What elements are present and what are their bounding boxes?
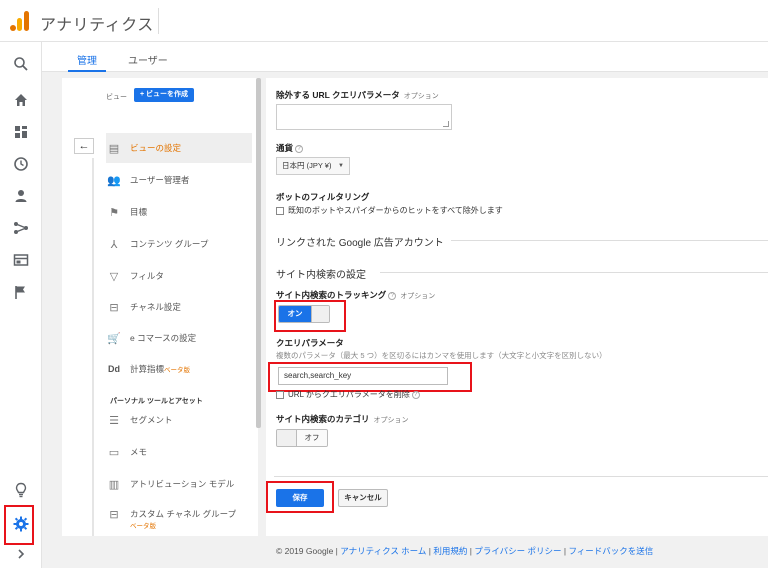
footer: © 2019 Google | アナリティクス ホーム | 利用規約 | プライ… <box>276 546 654 556</box>
site-search-category-toggle[interactable]: オフ <box>276 429 328 447</box>
flag-icon[interactable] <box>13 284 29 300</box>
help-icon: ? <box>411 390 420 399</box>
menu-item-channel-settings[interactable]: ⊟ チャネル設定 <box>106 292 252 322</box>
save-annotation-box <box>266 481 334 513</box>
menu-item-segments[interactable]: ☰ セグメント <box>106 405 252 435</box>
menu-item-label: カスタム チャネル グループ <box>130 509 237 519</box>
menu-item-label: チャネル設定 <box>130 302 181 312</box>
strip-params-checkbox[interactable] <box>276 390 284 399</box>
footer-link-privacy[interactable]: プライバシー ポリシー <box>474 546 561 556</box>
acquisition-icon[interactable] <box>13 220 29 236</box>
panel-divider <box>92 158 94 536</box>
document-icon: ▤ <box>108 142 120 155</box>
footer-link-home[interactable]: アナリティクス ホーム <box>340 546 426 556</box>
clock-icon[interactable] <box>13 156 29 172</box>
menu-item-label: フィルタ <box>130 271 164 281</box>
app-title: アナリティクス <box>40 17 154 34</box>
back-arrow-icon[interactable]: ← <box>74 138 94 154</box>
menu-item-filters[interactable]: ▽ フィルタ <box>106 261 252 291</box>
menu-item-label: ビューの設定 <box>130 143 182 153</box>
menu-item-content-grouping[interactable]: ⅄ コンテンツ グループ <box>106 229 252 259</box>
menu-item-label: メモ <box>130 447 148 457</box>
view-settings-panel: ビュー + ビューを作成 ← ▤ ビューの設定 👥 ユーザー管理者 ⚑ 目標 ⅄… <box>62 78 258 536</box>
chevron-down-icon: ▼ <box>338 163 344 169</box>
copyright: © 2019 Google <box>276 546 334 556</box>
menu-item-label: セグメント <box>130 415 173 425</box>
beta-badge: ベータ版 <box>164 367 191 374</box>
top-bar: アナリティクス <box>0 0 768 42</box>
site-search-title: サイト内検索の設定 <box>276 270 366 281</box>
buttons-rule <box>274 476 768 477</box>
menu-item-label: ユーザー管理者 <box>130 175 190 185</box>
menu-item-annotations[interactable]: ▭ メモ <box>106 437 252 467</box>
linked-ads-rule <box>451 240 768 241</box>
menu-item-label: e コマースの設定 <box>130 333 197 343</box>
custom-channel-icon: ⊟ <box>109 509 119 521</box>
strip-params-checkbox-row[interactable]: URL からクエリパラメータを削除? <box>276 389 420 400</box>
channel-icon: ⊟ <box>109 301 119 314</box>
menu-item-label: アトリビューション モデル <box>130 479 235 489</box>
menu-item-attribution-models[interactable]: ▥ アトリビューション モデル <box>106 469 252 499</box>
view-label: ビュー <box>106 94 127 101</box>
exclude-params-textarea[interactable] <box>276 104 452 130</box>
footer-link-feedback[interactable]: フィードバックを送信 <box>568 546 653 556</box>
bot-filtering-checkbox[interactable] <box>276 206 284 215</box>
cart-icon: 🛒 <box>107 332 121 345</box>
admin-tabs: 管理 ユーザー <box>42 42 768 72</box>
gear-annotation-box <box>4 505 34 545</box>
exclude-params-label: 除外する URL クエリパラメータ オプション <box>276 90 439 100</box>
title-divider <box>158 8 159 34</box>
filter-icon: ▽ <box>109 270 119 283</box>
currency-label: 通貨? <box>276 142 304 154</box>
menu-item-user-management[interactable]: 👥 ユーザー管理者 <box>106 165 252 195</box>
left-navigation <box>0 42 42 568</box>
site-search-rule <box>380 272 768 273</box>
menu-item-label: コンテンツ グループ <box>130 239 209 249</box>
menu-item-calculated-metrics[interactable]: Dd 計算指標 ベータ版 <box>106 354 252 384</box>
bar-chart-icon: ▥ <box>108 478 120 491</box>
home-icon[interactable] <box>13 92 29 108</box>
panel-scrollbar[interactable] <box>256 78 261 428</box>
tab-active-indicator <box>68 70 106 72</box>
lightbulb-icon[interactable] <box>13 482 29 498</box>
search-icon[interactable] <box>13 56 29 72</box>
linked-ads-title[interactable]: リンクされた Google 広告アカウント <box>276 234 444 249</box>
person-icon[interactable] <box>13 188 29 204</box>
query-params-hint: 複数のパラメータ（最大 5 つ）を区切るにはカンマを使用します（大文字と小文字を… <box>276 351 607 360</box>
analytics-logo-icon[interactable] <box>10 11 30 31</box>
currency-select[interactable]: 日本円 (JPY ¥) ▼ <box>276 157 350 175</box>
beta-badge: ベータ版 <box>130 523 156 530</box>
menu-item-label: 目標 <box>130 207 148 217</box>
flag-icon: ⚑ <box>109 206 119 219</box>
site-search-category-label: サイト内検索のカテゴリ オプション <box>276 414 409 424</box>
menu-item-custom-channel-grouping[interactable]: ⊟ カスタム チャネル グループ ベータ版 <box>106 502 252 536</box>
menu-item-view-settings[interactable]: ▤ ビューの設定 <box>106 133 252 163</box>
bot-filtering-label: ボットのフィルタリング <box>276 192 370 202</box>
users-icon: 👥 <box>107 174 121 187</box>
footer-link-terms[interactable]: 利用規約 <box>433 546 467 556</box>
tab-user[interactable]: ユーザー <box>128 52 168 67</box>
cancel-button[interactable]: キャンセル <box>338 489 388 507</box>
behavior-icon[interactable] <box>13 252 29 268</box>
segment-icon: ☰ <box>109 414 119 427</box>
view-settings-form: 除外する URL クエリパラメータ オプション 通貨? 日本円 (JPY ¥) ▼… <box>266 78 768 536</box>
query-params-label: クエリパラメータ <box>276 338 344 348</box>
menu-item-label: 計算指標 <box>130 364 165 374</box>
query-annotation-box <box>268 362 472 392</box>
content-group-icon: ⅄ <box>110 238 118 251</box>
help-icon: ? <box>388 291 397 300</box>
dashboard-icon[interactable] <box>13 124 29 140</box>
help-icon: ? <box>295 144 304 153</box>
menu-item-goals[interactable]: ⚑ 目標 <box>106 197 252 227</box>
menu-item-ecommerce[interactable]: 🛒 e コマースの設定 <box>106 323 252 353</box>
note-icon: ▭ <box>108 446 120 459</box>
create-view-button[interactable]: + ビューを作成 <box>134 88 195 102</box>
tracking-annotation-box <box>274 300 346 332</box>
bot-filtering-checkbox-row[interactable]: 既知のボットやスパイダーからのヒットをすべて除外します <box>276 205 503 216</box>
chevron-right-icon[interactable] <box>13 546 29 562</box>
tab-admin[interactable]: 管理 <box>77 52 97 67</box>
dd-icon: Dd <box>108 364 120 374</box>
